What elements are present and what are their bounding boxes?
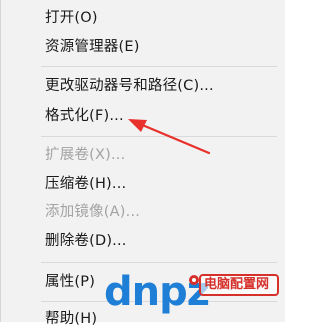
watermark-site-name: 电脑配置网 <box>204 277 270 292</box>
watermark: dnpz 电脑配置网 <box>104 268 282 322</box>
watermark-site-box: 电脑配置网 <box>199 274 279 296</box>
